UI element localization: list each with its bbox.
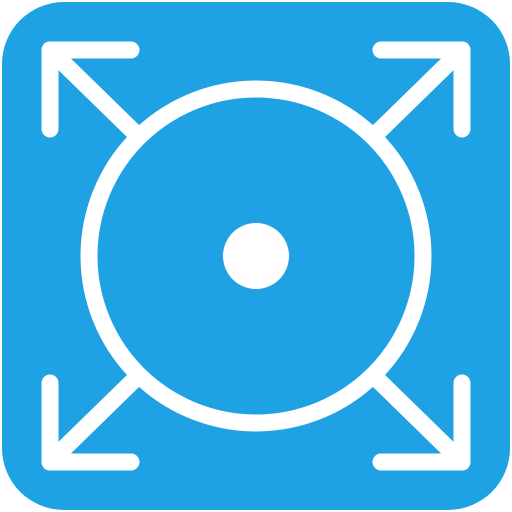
expand-circle-icon — [2, 2, 510, 510]
app-icon — [0, 0, 512, 512]
center-dot-icon — [223, 223, 289, 289]
